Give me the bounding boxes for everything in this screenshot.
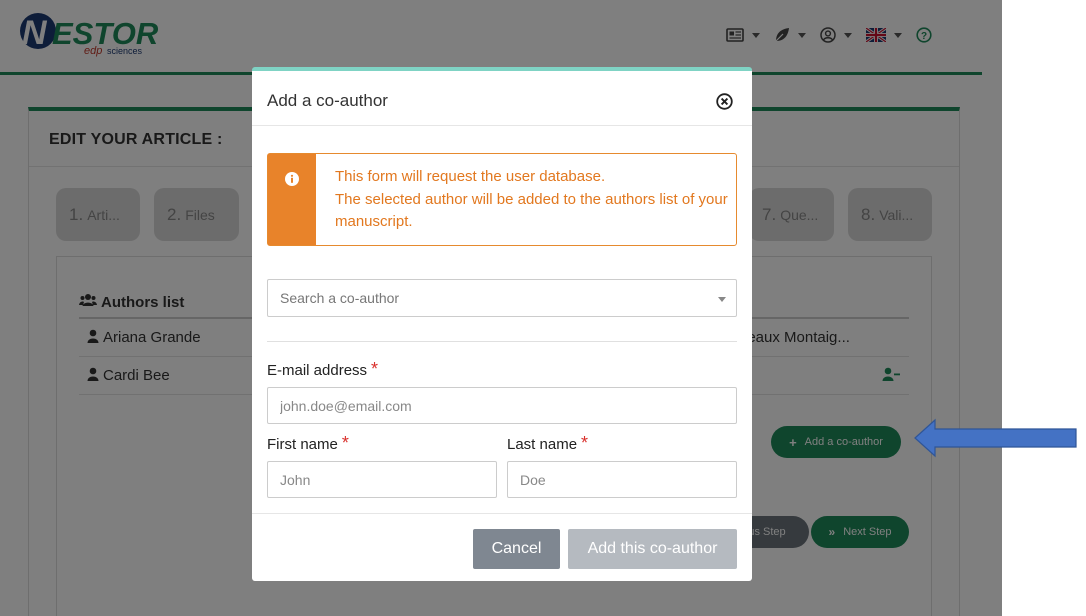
modal-title: Add a co-author <box>267 91 388 110</box>
first-name-label: First name * <box>267 433 349 454</box>
required-mark: * <box>581 433 589 453</box>
coauthor-search-select[interactable]: Search a co-author <box>267 279 737 317</box>
info-alert: This form will request the user database… <box>267 153 737 246</box>
alert-line: This form will request the user database… <box>335 168 606 185</box>
alert-icon-panel <box>268 154 316 245</box>
chevron-down-icon <box>718 297 726 302</box>
close-button[interactable] <box>716 93 733 110</box>
last-name-field[interactable] <box>507 461 737 498</box>
email-label: E-mail address * <box>267 359 378 380</box>
last-name-label-text: Last name <box>507 436 578 453</box>
required-mark: * <box>371 359 379 379</box>
last-name-label: Last name * <box>507 433 588 454</box>
add-coauthor-modal: Add a co-author This form will request t… <box>252 67 752 581</box>
modal-footer-divider <box>252 513 752 514</box>
annotation-arrow-icon <box>914 418 1080 463</box>
first-name-field[interactable] <box>267 461 497 498</box>
email-label-text: E-mail address <box>267 362 368 379</box>
first-name-label-text: First name <box>267 436 338 453</box>
email-field[interactable] <box>267 387 737 424</box>
close-icon <box>716 93 733 114</box>
search-placeholder: Search a co-author <box>280 290 400 306</box>
divider <box>267 341 737 342</box>
cancel-button[interactable]: Cancel <box>473 529 560 569</box>
alert-message: This form will request the user database… <box>335 166 730 234</box>
alert-line: The selected author will be added to the… <box>335 190 728 231</box>
required-mark: * <box>341 433 349 453</box>
add-coauthor-submit-button[interactable]: Add this co-author <box>568 529 737 569</box>
modal-header: Add a co-author <box>252 71 752 126</box>
